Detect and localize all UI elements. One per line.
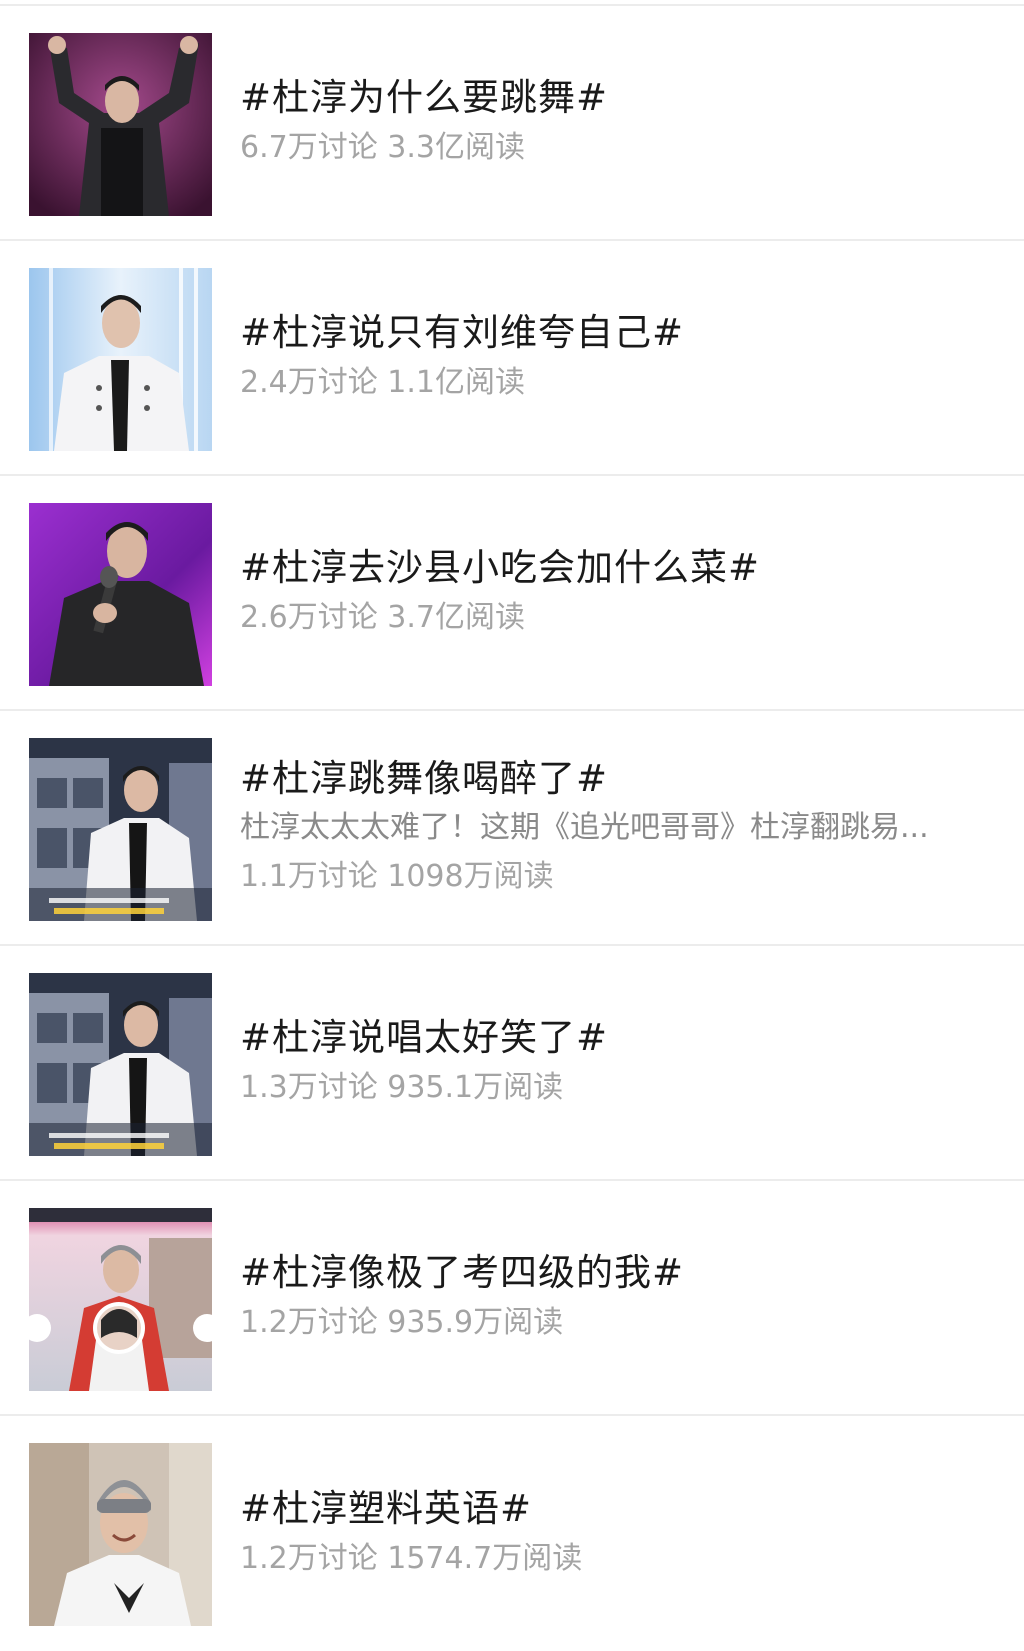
topic-stats: 1.2万讨论 1574.7万阅读	[240, 1540, 583, 1576]
topic-thumbnail[interactable]	[29, 973, 212, 1156]
topic-stats: 2.6万讨论 3.7亿阅读	[240, 599, 525, 635]
topic-item[interactable]: #杜淳为什么要跳舞# 6.7万讨论 3.3亿阅读	[0, 6, 1024, 241]
topic-item[interactable]: #杜淳说唱太好笑了# 1.3万讨论 935.1万阅读	[0, 946, 1024, 1181]
topic-text: #杜淳跳舞像喝醉了# 杜淳太太太难了！这期《追光吧哥哥》杜淳翻跳易... 1.1…	[240, 711, 994, 944]
performer-beanie-photo-icon	[29, 1443, 212, 1626]
topic-thumbnail[interactable]	[29, 268, 212, 451]
topic-stats: 1.2万讨论 935.9万阅读	[240, 1304, 564, 1340]
topic-thumbnail[interactable]	[29, 1208, 212, 1391]
topic-item[interactable]: #杜淳跳舞像喝醉了# 杜淳太太太难了！这期《追光吧哥哥》杜淳翻跳易... 1.1…	[0, 711, 1024, 946]
topic-thumbnail[interactable]	[29, 503, 212, 686]
topic-item[interactable]: #杜淳塑料英语# 1.2万讨论 1574.7万阅读	[0, 1416, 1024, 1651]
topic-title[interactable]: #杜淳像极了考四级的我#	[240, 1248, 994, 1298]
topic-item[interactable]: #杜淳说只有刘维夸自己# 2.4万讨论 1.1亿阅读	[0, 241, 1024, 476]
topic-stats: 1.3万讨论 935.1万阅读	[240, 1069, 564, 1105]
topic-text: #杜淳去沙县小吃会加什么菜# 2.6万讨论 3.7亿阅读	[240, 476, 994, 709]
topic-title[interactable]: #杜淳跳舞像喝醉了#	[240, 754, 994, 804]
performer-photo-icon	[29, 33, 212, 216]
topic-title[interactable]: #杜淳说唱太好笑了#	[240, 1013, 994, 1063]
topic-list: #杜淳为什么要跳舞# 6.7万讨论 3.3亿阅读 #杜淳说只有刘维夸自己# 2.…	[0, 6, 1024, 1651]
topic-text: #杜淳说只有刘维夸自己# 2.4万讨论 1.1亿阅读	[240, 241, 994, 474]
topic-text: #杜淳塑料英语# 1.2万讨论 1574.7万阅读	[240, 1416, 994, 1651]
topic-text: #杜淳为什么要跳舞# 6.7万讨论 3.3亿阅读	[240, 6, 994, 239]
topic-text: #杜淳说唱太好笑了# 1.3万讨论 935.1万阅读	[240, 946, 994, 1179]
topic-thumbnail[interactable]	[29, 1443, 212, 1626]
topic-description: 杜淳太太太难了！这期《追光吧哥哥》杜淳翻跳易...	[240, 809, 929, 845]
topic-thumbnail[interactable]	[29, 33, 212, 216]
topic-stats: 6.7万讨论 3.3亿阅读	[240, 129, 525, 165]
topic-item[interactable]: #杜淳像极了考四级的我# 1.2万讨论 935.9万阅读	[0, 1181, 1024, 1416]
stage-dance-photo-icon	[29, 973, 212, 1156]
topic-title[interactable]: #杜淳塑料英语#	[240, 1484, 994, 1534]
topic-title[interactable]: #杜淳说只有刘维夸自己#	[240, 308, 994, 358]
topic-text: #杜淳像极了考四级的我# 1.2万讨论 935.9万阅读	[240, 1181, 994, 1414]
performer-photo-icon	[29, 268, 212, 451]
variety-show-photo-icon	[29, 1208, 212, 1391]
topic-item[interactable]: #杜淳去沙县小吃会加什么菜# 2.6万讨论 3.7亿阅读	[0, 476, 1024, 711]
topic-stats: 2.4万讨论 1.1亿阅读	[240, 364, 525, 400]
topic-stats: 1.1万讨论 1098万阅读	[240, 858, 554, 894]
performer-photo-icon	[29, 503, 212, 686]
topic-thumbnail[interactable]	[29, 738, 212, 921]
stage-dance-photo-icon	[29, 738, 212, 921]
topic-title[interactable]: #杜淳为什么要跳舞#	[240, 73, 994, 123]
topic-title[interactable]: #杜淳去沙县小吃会加什么菜#	[240, 543, 994, 593]
